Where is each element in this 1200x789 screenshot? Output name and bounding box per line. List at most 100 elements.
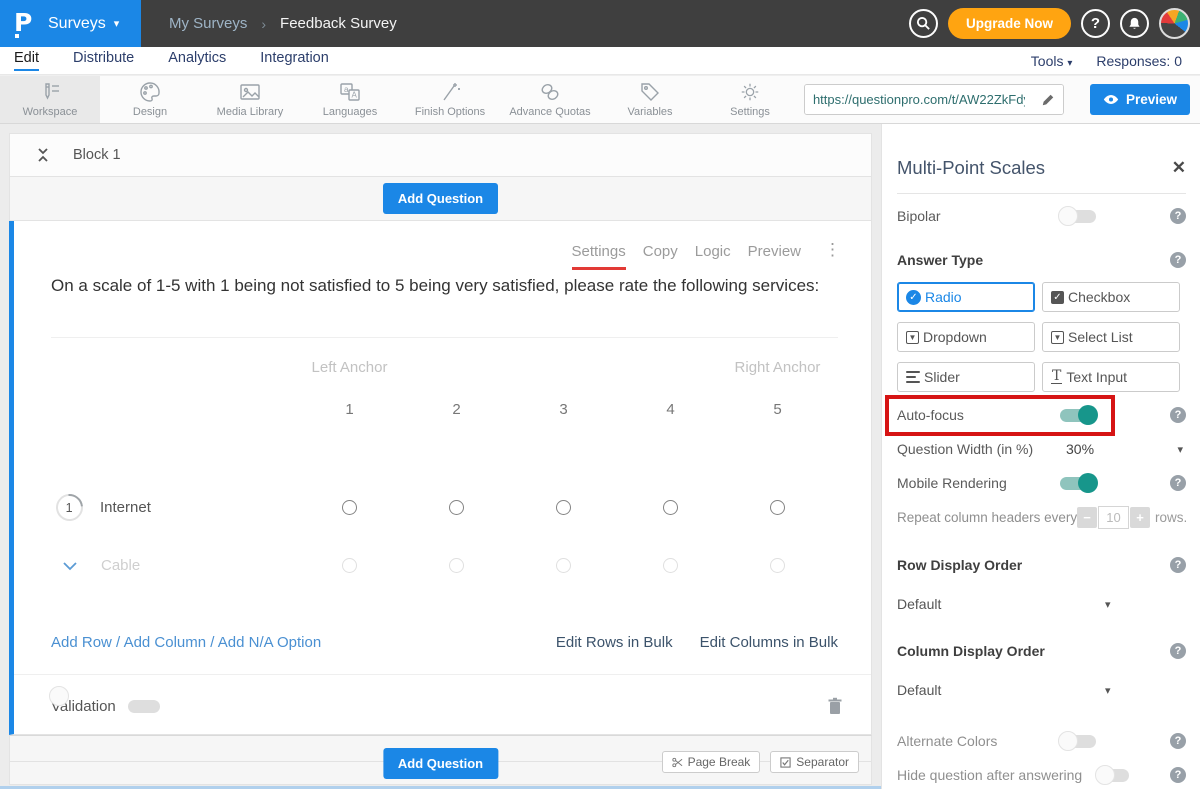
question-width-value[interactable]: 30% — [1066, 441, 1094, 457]
notifications-button[interactable] — [1120, 9, 1149, 38]
radio-option[interactable] — [663, 500, 678, 515]
answer-type-text-input[interactable]: T Text Input — [1042, 362, 1180, 392]
workspace-icon — [38, 81, 62, 103]
user-avatar[interactable] — [1159, 8, 1190, 39]
surveys-app-menu[interactable]: P Surveys ▾ — [0, 0, 141, 47]
column-header[interactable]: 5 — [724, 401, 831, 418]
auto-focus-toggle[interactable] — [1060, 409, 1096, 422]
radio-option[interactable] — [663, 558, 678, 573]
column-header[interactable]: 3 — [510, 401, 617, 418]
bipolar-toggle[interactable] — [1060, 210, 1096, 223]
answer-type-dropdown[interactable]: ▼ Dropdown — [897, 322, 1035, 352]
help-icon[interactable]: ? — [1170, 252, 1186, 268]
help-icon[interactable]: ? — [1170, 767, 1186, 783]
column-header[interactable]: 1 — [296, 401, 403, 418]
row-label[interactable]: Internet — [100, 499, 151, 516]
tab-integration[interactable]: Integration — [260, 50, 329, 71]
toolbar-finish-options[interactable]: Finish Options — [400, 76, 500, 123]
answer-type-select-list[interactable]: ▼ Select List — [1042, 322, 1180, 352]
bipolar-label: Bipolar — [897, 208, 941, 224]
column-header[interactable]: 2 — [403, 401, 510, 418]
question-more-menu[interactable]: ⋮ — [824, 243, 841, 257]
answer-type-radio[interactable]: ✓ Radio — [897, 282, 1035, 312]
toolbar-workspace[interactable]: Workspace — [0, 76, 100, 123]
toolbar-languages[interactable]: aA Languages — [300, 76, 400, 123]
tools-menu[interactable]: Tools ▾ — [1031, 53, 1073, 69]
radio-option[interactable] — [342, 500, 357, 515]
mobile-rendering-toggle[interactable] — [1060, 477, 1096, 490]
edit-columns-bulk-link[interactable]: Edit Columns in Bulk — [700, 634, 838, 651]
add-column-link[interactable]: Add Column — [124, 634, 207, 651]
increment-button[interactable]: + — [1130, 507, 1150, 528]
question-tab-settings[interactable]: Settings — [572, 243, 626, 270]
toolbar-advance-quotas[interactable]: Advance Quotas — [500, 76, 600, 123]
decrement-button[interactable]: − — [1077, 507, 1097, 528]
question-tab-copy[interactable]: Copy — [643, 243, 678, 267]
survey-url-input[interactable] — [805, 85, 1033, 114]
column-display-order-value[interactable]: Default — [897, 682, 941, 698]
left-anchor-label[interactable]: Left Anchor — [296, 359, 403, 376]
toolbar-settings[interactable]: Settings — [700, 76, 800, 123]
row-display-order-value[interactable]: Default — [897, 596, 941, 612]
question-tab-logic[interactable]: Logic — [695, 243, 731, 267]
toolbar-variables[interactable]: Variables — [600, 76, 700, 123]
column-header[interactable]: 4 — [617, 401, 724, 418]
help-icon[interactable]: ? — [1170, 475, 1186, 491]
column-display-order-select[interactable]: Default ▾ — [897, 676, 1186, 704]
gear-icon — [738, 81, 762, 103]
repeat-headers-input[interactable] — [1098, 506, 1129, 529]
help-icon[interactable]: ? — [1170, 643, 1186, 659]
help-icon[interactable]: ? — [1170, 557, 1186, 573]
help-button[interactable]: ? — [1081, 9, 1110, 38]
radio-option[interactable] — [342, 558, 357, 573]
validation-toggle[interactable] — [128, 700, 160, 713]
separator-button[interactable]: Separator — [770, 751, 859, 773]
search-button[interactable] — [909, 9, 938, 38]
edit-url-button[interactable] — [1033, 85, 1063, 114]
collapse-block-button[interactable] — [36, 147, 50, 163]
help-icon[interactable]: ? — [1170, 407, 1186, 423]
add-row-link[interactable]: Add Row — [51, 634, 112, 651]
toolbar-media-library[interactable]: Media Library — [200, 76, 300, 123]
radio-option[interactable] — [449, 558, 464, 573]
breadcrumb-my-surveys[interactable]: My Surveys — [169, 15, 247, 32]
add-question-button-top[interactable]: Add Question — [383, 183, 498, 214]
delete-question-button[interactable] — [827, 697, 843, 715]
text-input-icon: T — [1051, 370, 1062, 384]
answer-type-checkbox[interactable]: ✓ Checkbox — [1042, 282, 1180, 312]
radio-option[interactable] — [556, 558, 571, 573]
tab-distribute[interactable]: Distribute — [73, 50, 134, 71]
right-anchor-label[interactable]: Right Anchor — [724, 359, 831, 376]
row-label[interactable]: Cable — [101, 557, 140, 574]
caret-down-icon[interactable]: ▾ — [1105, 598, 1111, 611]
tab-analytics[interactable]: Analytics — [168, 50, 226, 71]
radio-option[interactable] — [770, 500, 785, 515]
add-na-option-link[interactable]: Add N/A Option — [218, 634, 321, 651]
answer-type-grid: ✓ Radio ✓ Checkbox ▼ Dropdown ▼ Select L… — [897, 282, 1180, 392]
caret-down-icon[interactable]: ▾ — [1105, 684, 1111, 697]
chevron-down-icon[interactable] — [61, 560, 79, 572]
question-title[interactable]: On a scale of 1-5 with 1 being not satis… — [51, 273, 826, 299]
hide-question-toggle[interactable] — [1097, 769, 1129, 782]
preview-button[interactable]: Preview — [1090, 84, 1190, 115]
tab-edit[interactable]: Edit — [14, 50, 39, 71]
question-tab-preview[interactable]: Preview — [748, 243, 801, 267]
toolbar-design[interactable]: Design — [100, 76, 200, 123]
add-question-button-bottom[interactable]: Add Question — [383, 748, 498, 779]
caret-down-icon[interactable]: ▾ — [1177, 443, 1183, 456]
radio-option[interactable] — [449, 500, 464, 515]
help-icon[interactable]: ? — [1170, 733, 1186, 749]
close-panel-button[interactable]: ✕ — [1172, 158, 1186, 178]
radio-option[interactable] — [770, 558, 785, 573]
validation-row: Validation — [51, 689, 843, 723]
radio-option[interactable] — [556, 500, 571, 515]
scissors-icon — [672, 757, 683, 768]
upgrade-now-button[interactable]: Upgrade Now — [948, 8, 1071, 39]
row-display-order-select[interactable]: Default ▾ — [897, 590, 1186, 618]
page-break-button[interactable]: Page Break — [662, 751, 761, 773]
edit-rows-bulk-link[interactable]: Edit Rows in Bulk — [556, 634, 673, 651]
help-icon[interactable]: ? — [1170, 208, 1186, 224]
column-display-order-row: Column Display Order ? — [897, 637, 1186, 665]
answer-type-slider[interactable]: Slider — [897, 362, 1035, 392]
alternate-colors-toggle[interactable] — [1060, 735, 1096, 748]
